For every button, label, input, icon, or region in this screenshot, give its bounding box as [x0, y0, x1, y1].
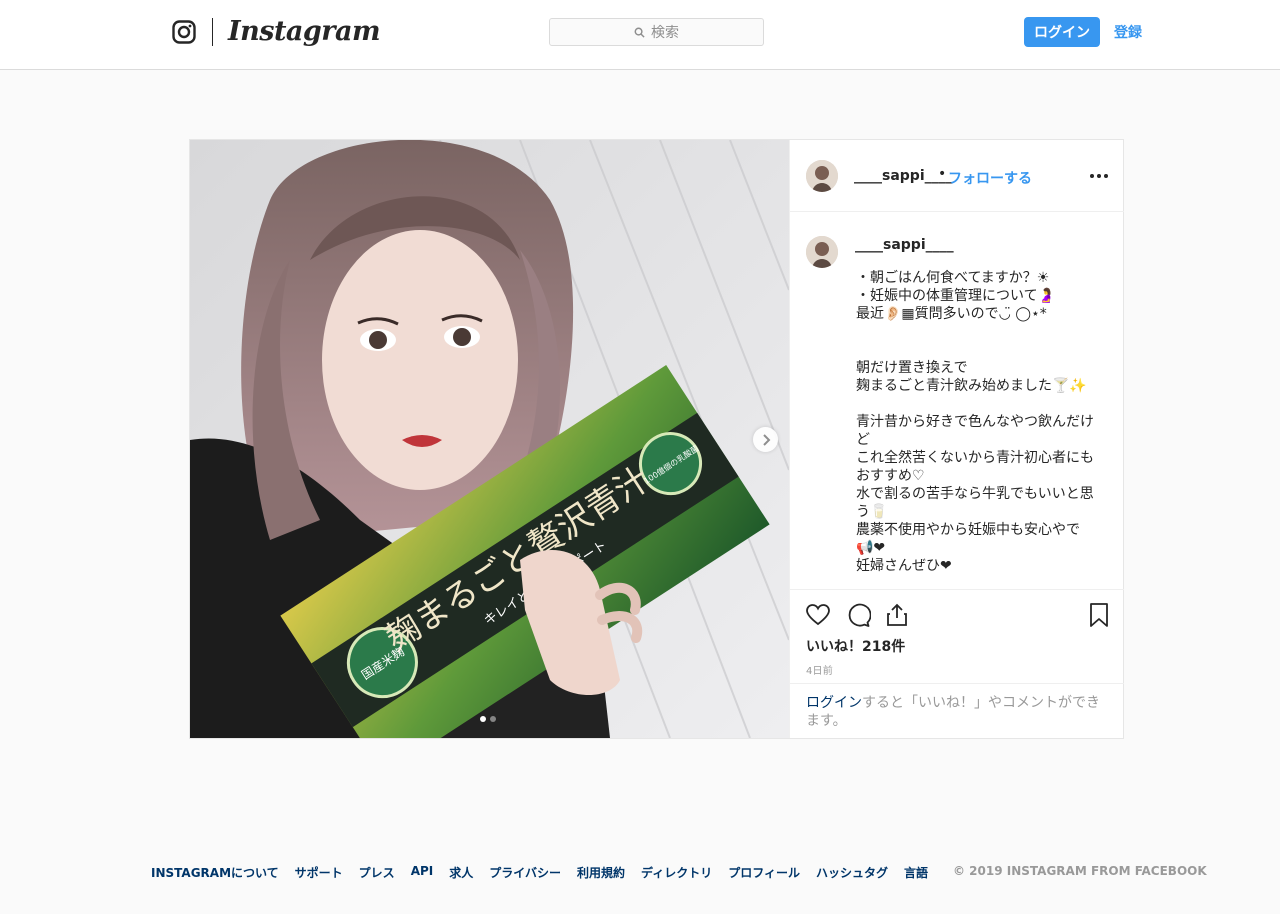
- caption-line: [856, 323, 1102, 341]
- instagram-glyph-icon[interactable]: [172, 20, 196, 44]
- share-icon[interactable]: [884, 602, 910, 628]
- logo-divider: [212, 18, 213, 46]
- post-timestamp[interactable]: 4日前: [806, 662, 833, 677]
- signup-link[interactable]: 登録: [1114, 22, 1142, 42]
- caption-line: ・朝ごはん何食べてますか？☀: [856, 270, 1050, 286]
- heart-icon[interactable]: [805, 602, 831, 628]
- caption-line: おすすめ♡: [856, 468, 925, 484]
- caption-author-avatar[interactable]: [806, 236, 838, 268]
- footer-link-api[interactable]: API: [411, 864, 434, 881]
- footer-link-profiles[interactable]: プロフィール: [728, 864, 800, 881]
- footer-link-directory[interactable]: ディレクトリ: [641, 864, 712, 881]
- header-separator: •: [938, 166, 947, 182]
- caption-line: これ全然苦くないから青汁初心者にも: [856, 450, 1094, 466]
- post-media[interactable]: 麹まるごと贅沢青汁 キレイと元気をサポート 国産米麹 100億個の乳酸菌: [190, 140, 789, 738]
- caption-line: 農薬不使用やから妊娠中も安心やで: [856, 522, 1080, 538]
- next-slide-button[interactable]: [753, 427, 778, 452]
- caption-line: [856, 395, 1102, 413]
- login-button[interactable]: ログイン: [1024, 17, 1100, 47]
- caption-line: 麹まるごと青汁飲み始めました🍸✨: [856, 378, 1087, 394]
- search-placeholder: 検索: [651, 25, 679, 41]
- post-caption: ・朝ごはん何食べてますか？☀ ・妊娠中の体重管理について🤰 最近👂🏻▦質問多いの…: [856, 269, 1102, 575]
- footer-link-terms[interactable]: 利用規約: [577, 864, 625, 881]
- top-navigation-bar: Instagram 検索 ログイン 登録: [0, 0, 1280, 70]
- post-sidebar: ____sappi____ • フォローする ____sappi____ ・朝ご…: [789, 140, 1124, 738]
- footer-link-jobs[interactable]: 求人: [449, 864, 473, 881]
- footer-link-hashtags[interactable]: ハッシュタグ: [816, 864, 888, 881]
- like-count[interactable]: いいね！218件: [806, 636, 905, 656]
- footer-link-press[interactable]: プレス: [359, 864, 395, 881]
- caption-line: 最近👂🏻▦質問多いので◡̈ ◯⋆*: [856, 306, 1047, 322]
- post-actions: いいね！218件 4日前: [790, 589, 1124, 683]
- caption-line: う🥛: [856, 504, 888, 520]
- chevron-right-icon: [762, 433, 770, 446]
- footer: INSTAGRAMについて サポート プレス API 求人 プライバシー 利用規…: [0, 864, 1280, 884]
- caption-line: 青汁昔から好きで色んなやつ飲んだけ: [856, 414, 1094, 430]
- search-icon: [634, 27, 645, 38]
- follow-button[interactable]: フォローする: [948, 168, 1032, 188]
- caption-area: ____sappi____ ・朝ごはん何食べてますか？☀ ・妊娠中の体重管理につ…: [790, 213, 1124, 589]
- comment-icon[interactable]: [845, 602, 871, 628]
- author-avatar[interactable]: [806, 160, 838, 192]
- caption-line: 📢❤: [856, 540, 886, 556]
- login-prompt: ログインすると「いいね！」やコメントができます。: [790, 683, 1124, 738]
- footer-link-language[interactable]: 言語: [904, 864, 928, 881]
- post-header: ____sappi____ • フォローする: [790, 140, 1124, 212]
- carousel-dot: [480, 716, 486, 722]
- footer-link-about[interactable]: INSTAGRAMについて: [151, 864, 279, 881]
- footer-link-privacy[interactable]: プライバシー: [489, 864, 561, 881]
- copyright: © 2019 INSTAGRAM FROM FACEBOOK: [953, 864, 1207, 878]
- search-input[interactable]: 検索: [549, 18, 764, 46]
- caption-line: 妊婦さんぜひ❤: [856, 558, 952, 574]
- post-card: 麹まるごと贅沢青汁 キレイと元気をサポート 国産米麹 100億個の乳酸菌 _: [189, 139, 1124, 739]
- login-prompt-link[interactable]: ログイン: [806, 695, 862, 711]
- carousel-dot: [490, 716, 496, 722]
- footer-link-support[interactable]: サポート: [295, 864, 343, 881]
- more-options-icon[interactable]: [1090, 168, 1110, 184]
- caption-line: ど: [856, 432, 870, 448]
- caption-line: ・妊娠中の体重管理について🤰: [856, 288, 1056, 304]
- post-photo: 麹まるごと贅沢青汁 キレイと元気をサポート 国産米麹 100億個の乳酸菌: [190, 140, 789, 738]
- caption-author-username[interactable]: ____sappi____: [855, 237, 954, 253]
- caption-line: 水で割るの苦手なら牛乳でもいいと思: [856, 486, 1094, 502]
- instagram-wordmark[interactable]: Instagram: [228, 14, 381, 50]
- bookmark-icon[interactable]: [1086, 602, 1112, 628]
- caption-line: [856, 341, 1102, 359]
- caption-line: 朝だけ置き換えで: [856, 360, 968, 376]
- footer-links: INSTAGRAMについて サポート プレス API 求人 プライバシー 利用規…: [151, 864, 928, 881]
- carousel-indicator: [480, 716, 496, 722]
